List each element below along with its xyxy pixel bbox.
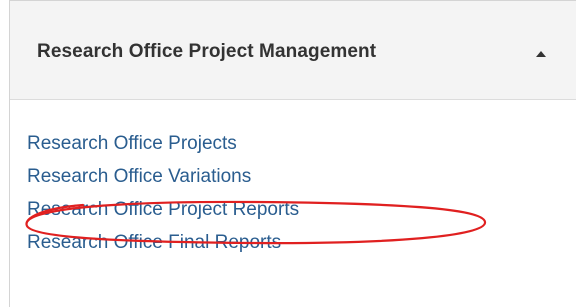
link-research-office-final-reports[interactable]: Research Office Final Reports (27, 226, 299, 259)
link-list: Research Office Projects Research Office… (27, 127, 299, 259)
link-research-office-project-reports[interactable]: Research Office Project Reports (27, 193, 299, 226)
link-research-office-variations[interactable]: Research Office Variations (27, 160, 299, 193)
panel-header[interactable]: Research Office Project Management (10, 1, 576, 100)
panel-title: Research Office Project Management (37, 41, 377, 62)
caret-up-icon[interactable] (536, 51, 546, 57)
link-research-office-projects[interactable]: Research Office Projects (27, 127, 299, 160)
